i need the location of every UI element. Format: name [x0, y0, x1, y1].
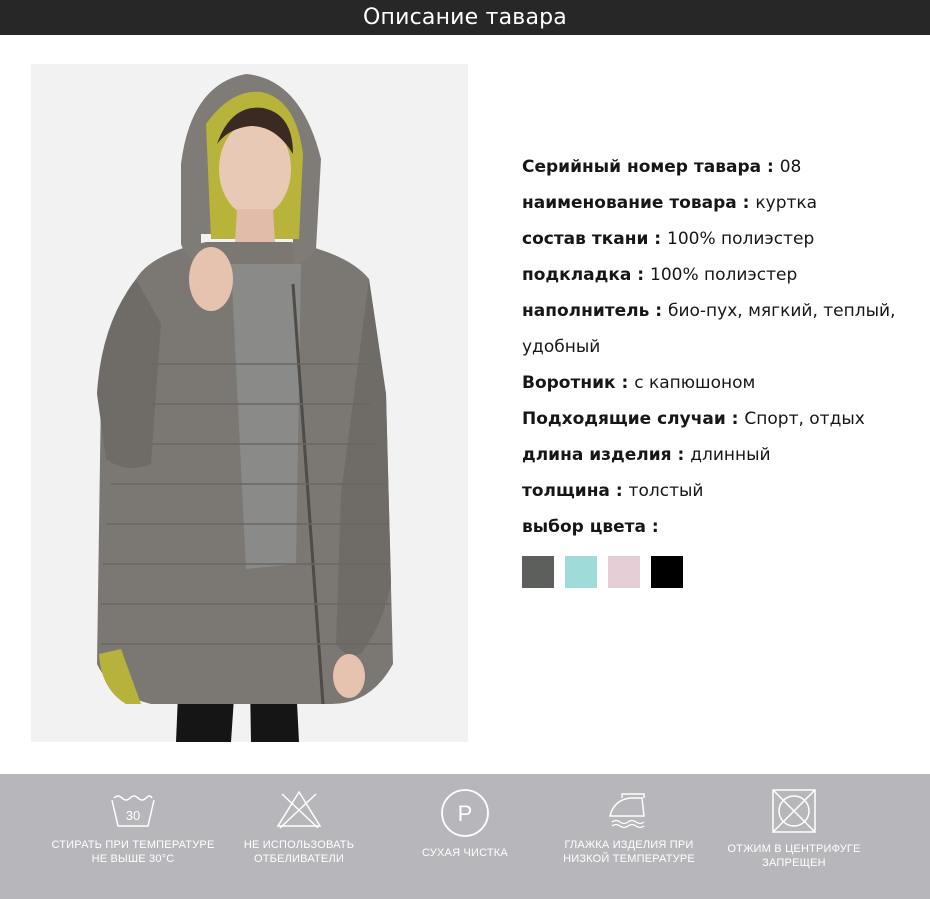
jacket-model-image [31, 64, 468, 742]
spec-serial: Серийный номер тавара : 08 [522, 157, 802, 177]
care-item-wash: 30 СТИРАТЬ ПРИ ТЕМПЕРАТУРЕ НЕ ВЫШЕ 30°C [48, 788, 218, 866]
spec-key: Воротник [522, 373, 616, 393]
spec-key: Серийный номер тавара [522, 157, 762, 177]
care-label: ОТЖИМ В ЦЕНТРИФУГЕ ЗАПРЕЩЕН [727, 843, 861, 869]
no-tumble-dry-icon [772, 789, 816, 833]
product-photo [31, 64, 468, 742]
care-label: СТИРАТЬ ПРИ ТЕМПЕРАТУРЕ НЕ ВЫШЕ 30°C [51, 839, 215, 865]
spec-color-choice: выбор цвета : [522, 517, 659, 537]
spec-key: состав ткани [522, 229, 649, 249]
care-label: НЕ ИСПОЛЬЗОВАТЬ ОТБЕЛИВАТЕЛИ [243, 839, 355, 865]
spec-key: Подходящие случаи [522, 409, 726, 429]
no-bleach-icon [276, 790, 322, 829]
spec-key: выбор цвета [522, 517, 646, 537]
spec-collar: Воротник : с капюшоном [522, 373, 756, 393]
color-swatches [522, 556, 694, 588]
spec-value: Спорт, отдых [744, 409, 865, 429]
dry-clean-p-icon: P [441, 789, 489, 837]
spec-key: длина изделия [522, 445, 672, 465]
spec-length: длина изделия : длинный [522, 445, 771, 465]
spec-value: 100% полиэстер [650, 265, 798, 285]
color-swatch-gray[interactable] [522, 556, 554, 588]
care-item-iron: ГЛАЖКА ИЗДЕЛИЯ ПРИ НИЗКОЙ ТЕМПЕРАТУРЕ [544, 788, 714, 866]
spec-key: толщина [522, 481, 610, 501]
color-swatch-pink[interactable] [608, 556, 640, 588]
care-item-bleach: НЕ ИСПОЛЬЗОВАТЬ ОТБЕЛИВАТЕЛИ [214, 788, 384, 866]
iron-low-icon [609, 793, 645, 829]
spec-thickness: толщина : толстый [522, 481, 704, 501]
spec-key: наполнитель [522, 301, 650, 321]
spec-value: длинный [690, 445, 771, 465]
wash-30-icon: 30 [111, 795, 155, 827]
spec-filler: наполнитель : био-пух, мягкий, теплый, у… [522, 301, 896, 357]
care-instructions-bar: 30 СТИРАТЬ ПРИ ТЕМПЕРАТУРЕ НЕ ВЫШЕ 30°C Н… [0, 774, 930, 899]
spec-occasions: Подходящие случаи : Спорт, отдых [522, 409, 865, 429]
page-title: Описание тавара [363, 5, 567, 30]
spec-value: 08 [779, 157, 802, 177]
product-specs: Серийный номер тавара : 08 наименование … [522, 149, 912, 545]
spec-key: наименование товара [522, 193, 737, 213]
care-item-dryclean: P СУХАЯ ЧИСТКА [380, 788, 550, 860]
spec-value: толстый [628, 481, 704, 501]
spec-value: 100% полиэстер [667, 229, 815, 249]
spec-value: с капюшоном [634, 373, 756, 393]
spec-name: наименование товара : куртка [522, 193, 818, 213]
spec-fabric: состав ткани : 100% полиэстер [522, 229, 815, 249]
spec-value: куртка [755, 193, 818, 213]
care-item-tumble: ОТЖИМ В ЦЕНТРИФУГЕ ЗАПРЕЩЕН [709, 788, 879, 870]
color-swatch-mint[interactable] [565, 556, 597, 588]
color-swatch-black[interactable] [651, 556, 683, 588]
spec-key: подкладка [522, 265, 632, 285]
page-header: Описание тавара [0, 0, 930, 35]
care-label: ГЛАЖКА ИЗДЕЛИЯ ПРИ НИЗКОЙ ТЕМПЕРАТУРЕ [563, 839, 695, 865]
svg-text:30: 30 [126, 808, 140, 823]
spec-lining: подкладка : 100% полиэстер [522, 265, 798, 285]
care-label: СУХАЯ ЧИСТКА [422, 847, 508, 859]
svg-text:P: P [458, 801, 473, 826]
